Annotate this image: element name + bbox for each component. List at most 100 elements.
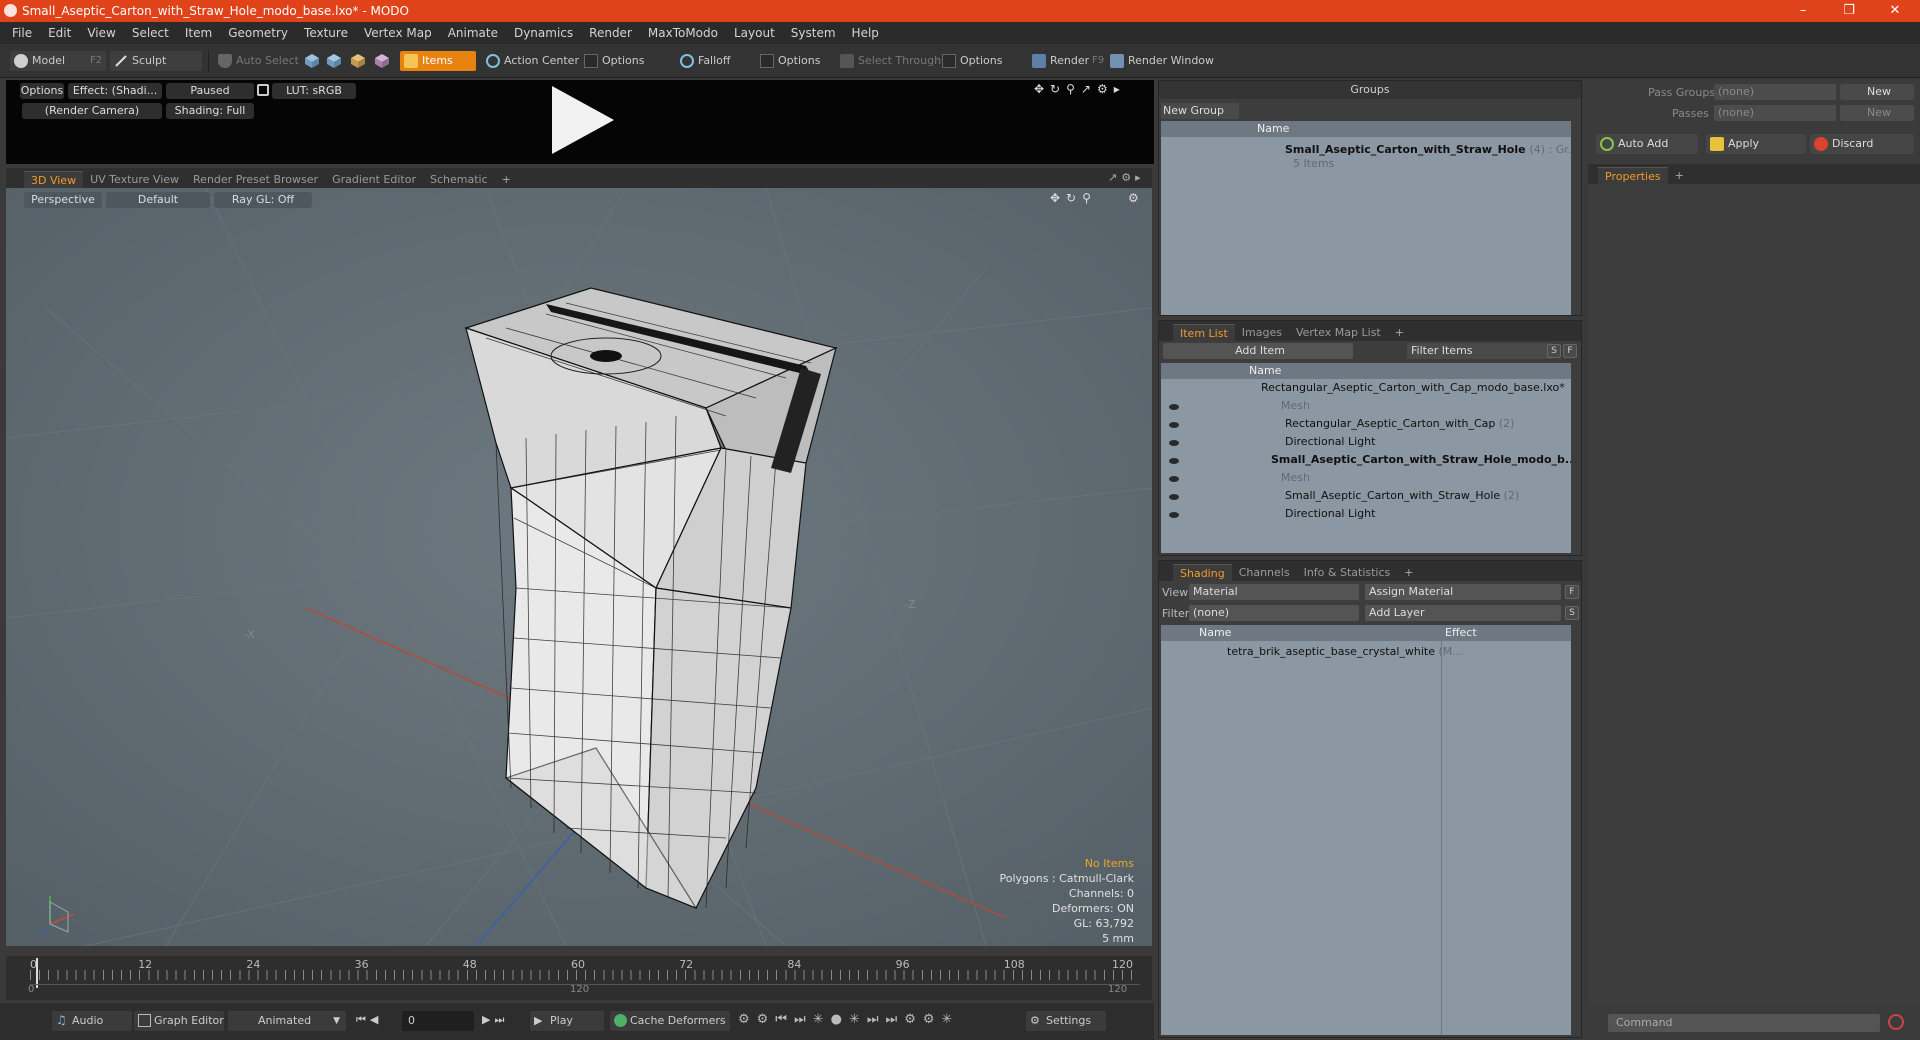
tab-shading[interactable]: Shading — [1173, 564, 1232, 581]
play-button[interactable]: ▶ Play — [530, 1011, 604, 1031]
tab-properties[interactable]: Properties — [1598, 167, 1668, 184]
list-item-mesh[interactable]: Mesh — [1161, 397, 1571, 415]
visibility-eye-icon[interactable] — [1169, 458, 1179, 464]
timeline[interactable]: 0 12 24 36 48 60 72 84 96 108 120 0 120 120 — [6, 956, 1152, 1000]
new-pass-group-button[interactable]: New — [1840, 84, 1914, 100]
visibility-eye-icon[interactable] — [1169, 404, 1179, 410]
select-through-options-button[interactable]: Options — [938, 51, 1022, 71]
lock-icon[interactable] — [257, 84, 269, 96]
polygons-mode-icon[interactable] — [350, 53, 366, 69]
pass-groups-dropdown[interactable]: (none) — [1714, 84, 1836, 100]
command-input[interactable]: Command — [1608, 1014, 1880, 1032]
menu-geometry[interactable]: Geometry — [220, 26, 296, 40]
menu-maxtomodo[interactable]: MaxToModo — [640, 26, 726, 40]
tab-3d-view[interactable]: 3D View — [24, 171, 84, 188]
menu-help[interactable]: Help — [844, 26, 887, 40]
add-tab-button[interactable]: + — [495, 171, 518, 188]
menu-render[interactable]: Render — [581, 26, 640, 40]
current-frame-input[interactable]: 0 — [402, 1011, 474, 1031]
settings-button[interactable]: ⚙ Settings — [1026, 1011, 1106, 1031]
menu-animate[interactable]: Animate — [440, 26, 506, 40]
tab-render-preset-browser[interactable]: Render Preset Browser — [186, 171, 325, 188]
menu-system[interactable]: System — [783, 26, 844, 40]
action-center-options-button[interactable]: Options — [580, 51, 668, 71]
visibility-eye-icon[interactable] — [1169, 440, 1179, 446]
perspective-dropdown[interactable]: Perspective — [24, 192, 102, 208]
preview-nav-icons[interactable]: ✥↻⚲↗⚙▸ — [1034, 82, 1126, 96]
step-forward-icon[interactable]: ▶⏭ — [482, 1013, 508, 1027]
menu-texture[interactable]: Texture — [296, 26, 356, 40]
new-pass-button[interactable]: New — [1840, 105, 1914, 121]
tab-vertex-map-list[interactable]: Vertex Map List — [1289, 324, 1388, 341]
select-through-button[interactable]: Select Through — [836, 51, 941, 71]
menu-view[interactable]: View — [79, 26, 123, 40]
filter-s-button[interactable]: S — [1547, 344, 1561, 358]
menu-file[interactable]: File — [4, 26, 40, 40]
graph-editor-button[interactable]: Graph Editor — [134, 1011, 224, 1031]
model-mode-button[interactable]: Model F2 — [10, 51, 106, 71]
list-item-directional-light[interactable]: Directional Light — [1161, 433, 1571, 451]
tab-info-statistics[interactable]: Info & Statistics — [1297, 564, 1398, 581]
menu-vertex-map[interactable]: Vertex Map — [356, 26, 440, 40]
list-item-small-carton[interactable]: Small_Aseptic_Carton_with_Straw_Hole (2) — [1161, 487, 1571, 505]
list-item-mesh[interactable]: Mesh — [1161, 469, 1571, 487]
render-button[interactable]: Render F9 — [1028, 51, 1104, 71]
minimize-button[interactable]: – — [1780, 0, 1826, 22]
action-center-button[interactable]: Action Center — [482, 51, 579, 71]
add-item-dropdown[interactable]: Add Item — [1163, 343, 1353, 359]
menu-item[interactable]: Item — [177, 26, 220, 40]
sculpt-mode-button[interactable]: Sculpt — [110, 51, 202, 71]
restore-button[interactable]: ❐ — [1826, 0, 1872, 22]
animated-dropdown[interactable]: Animated ▼ — [228, 1011, 346, 1031]
visibility-eye-icon[interactable] — [1169, 494, 1179, 500]
assign-material-button[interactable]: Assign Material — [1365, 584, 1561, 600]
edges-mode-icon[interactable] — [326, 53, 342, 69]
viewport-settings-icon[interactable]: ⚙ — [1128, 191, 1145, 205]
tab-schematic[interactable]: Schematic — [423, 171, 495, 188]
passes-dropdown[interactable]: (none) — [1714, 105, 1836, 121]
preview-options-button[interactable]: Options — [20, 83, 64, 99]
falloff-options-button[interactable]: Options — [756, 51, 836, 71]
auto-add-button[interactable]: Auto Add — [1596, 134, 1698, 154]
audio-button[interactable]: ♫ Audio — [52, 1011, 132, 1031]
default-style-dropdown[interactable]: Default — [106, 192, 210, 208]
items-mode-button[interactable]: Items — [400, 51, 476, 71]
filter-f-button[interactable]: F — [1563, 344, 1577, 358]
discard-button[interactable]: Discard — [1810, 134, 1914, 154]
falloff-button[interactable]: Falloff — [676, 51, 752, 71]
keyframe-tools-icons[interactable]: ⚙⚙⏮⏭✳●✳⏭⏭⚙⚙✳ — [738, 1012, 959, 1027]
preview-paused-button[interactable]: Paused — [166, 83, 254, 99]
auto-select-button[interactable]: Auto Select — [214, 51, 299, 71]
tab-images[interactable]: Images — [1235, 324, 1289, 341]
tab-uv-texture-view[interactable]: UV Texture View — [83, 171, 186, 188]
render-window-button[interactable]: Render Window — [1106, 51, 1214, 71]
raygl-dropdown[interactable]: Ray GL: Off — [214, 192, 312, 208]
list-item-rectangular-carton[interactable]: Rectangular_Aseptic_Carton_with_Cap (2) — [1161, 415, 1571, 433]
list-item-directional-light[interactable]: Directional Light — [1161, 505, 1571, 523]
visibility-eye-icon[interactable] — [1169, 476, 1179, 482]
lut-dropdown[interactable]: LUT: sRGB — [272, 83, 356, 99]
add-tab-button[interactable]: + — [1668, 167, 1691, 184]
add-tab-button[interactable]: + — [1397, 564, 1420, 581]
menu-layout[interactable]: Layout — [726, 26, 783, 40]
material-row[interactable]: tetra_brik_aseptic_base_crystal_white (M… — [1161, 643, 1571, 661]
visibility-eye-icon[interactable] — [1169, 422, 1179, 428]
new-group-button[interactable]: New Group — [1161, 103, 1239, 119]
cache-deformers-button[interactable]: Cache Deformers — [610, 1011, 730, 1031]
list-item-scene-small[interactable]: Small_Aseptic_Carton_with_Straw_Hole_mod… — [1161, 451, 1571, 469]
viewport-nav-icons[interactable]: ✥↻⚲ — [1050, 191, 1097, 205]
play-preview-icon[interactable] — [552, 86, 614, 154]
filter-dropdown[interactable]: (none) — [1189, 605, 1359, 621]
menu-edit[interactable]: Edit — [40, 26, 79, 40]
menu-dynamics[interactable]: Dynamics — [506, 26, 581, 40]
command-history-icon[interactable] — [1888, 1014, 1904, 1030]
menu-select[interactable]: Select — [124, 26, 177, 40]
render-camera-dropdown[interactable]: (Render Camera) — [22, 103, 162, 119]
vertices-mode-icon[interactable] — [304, 53, 320, 69]
close-button[interactable]: ✕ — [1872, 0, 1918, 22]
preview-effect-dropdown[interactable]: Effect: (Shadi... — [68, 83, 162, 99]
shading-dropdown[interactable]: Shading: Full — [166, 103, 254, 119]
viewport-tab-controls[interactable]: ↗⚙▸ — [1108, 171, 1145, 184]
tab-gradient-editor[interactable]: Gradient Editor — [325, 171, 423, 188]
3d-viewport[interactable]: -X -Z Perspective Default Ray GL: Off ✥↻… — [6, 188, 1152, 946]
